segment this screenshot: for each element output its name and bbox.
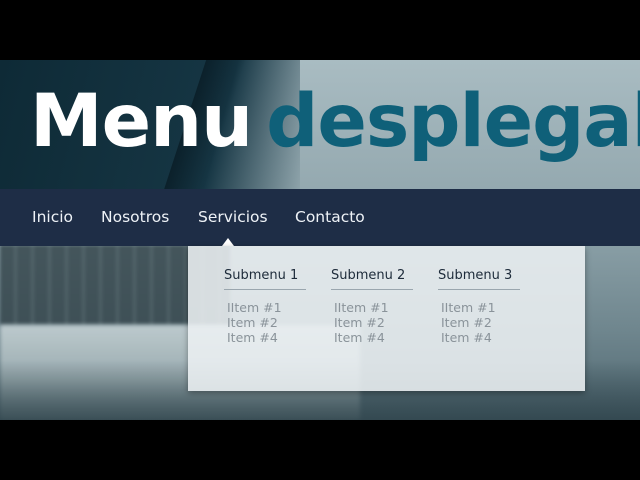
title-word-desplegable: desplegable — [266, 79, 640, 164]
submenu-3: Submenu 3 IItem #1 Item #2 Item #4 — [438, 268, 520, 345]
submenu-item[interactable]: Item #2 — [227, 315, 306, 330]
submenu-item[interactable]: IItem #1 — [441, 300, 520, 315]
title-word-menu: Menu — [30, 79, 253, 164]
submenu-title[interactable]: Submenu 2 — [331, 268, 413, 290]
submenu-item[interactable]: Item #4 — [441, 330, 520, 345]
submenu-2: Submenu 2 IItem #1 Item #2 Item #4 — [331, 268, 413, 345]
submenu-title[interactable]: Submenu 1 — [224, 268, 306, 290]
main-navbar: Inicio Nosotros Servicios Contacto — [0, 189, 640, 246]
submenu-item[interactable]: Item #2 — [441, 315, 520, 330]
submenu-item[interactable]: Item #4 — [334, 330, 413, 345]
submenu-item[interactable]: IItem #1 — [334, 300, 413, 315]
nav-item-contacto[interactable]: Contacto — [295, 189, 365, 246]
submenu-item[interactable]: Item #4 — [227, 330, 306, 345]
nav-item-inicio[interactable]: Inicio — [32, 189, 73, 246]
page-title: Menudesplegable — [30, 85, 640, 158]
nav-item-nosotros[interactable]: Nosotros — [101, 189, 169, 246]
servicios-dropdown-menu: Submenu 1 IItem #1 Item #2 Item #4 Subme… — [188, 246, 585, 391]
submenu-1: Submenu 1 IItem #1 Item #2 Item #4 — [224, 268, 306, 345]
submenu-item[interactable]: Item #2 — [334, 315, 413, 330]
dropdown-caret-icon — [222, 238, 234, 246]
submenu-title[interactable]: Submenu 3 — [438, 268, 520, 290]
submenu-item[interactable]: IItem #1 — [227, 300, 306, 315]
hero-background: Menudesplegable Inicio Nosotros Servicio… — [0, 60, 640, 420]
